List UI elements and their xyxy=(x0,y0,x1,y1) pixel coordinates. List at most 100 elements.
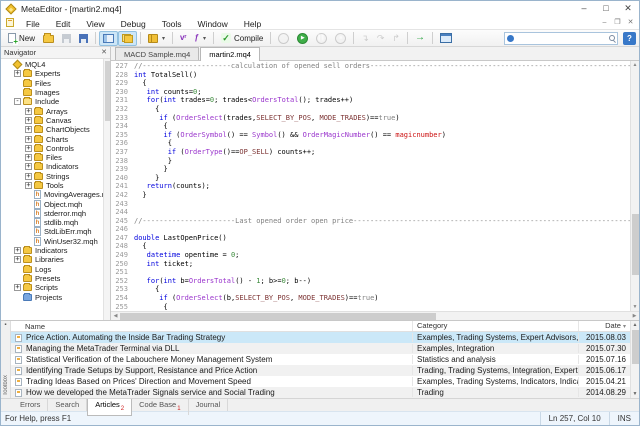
tree-item-charts[interactable]: +Charts xyxy=(1,134,103,143)
mdi-minimize-icon[interactable]: – xyxy=(598,17,611,28)
list-scrollbar[interactable]: ▲ ▼ xyxy=(630,321,639,398)
tree-item-libraries[interactable]: +Libraries xyxy=(1,255,103,264)
tree-expander-icon[interactable]: + xyxy=(14,256,21,263)
tree-item-stdliberr-mqh[interactable]: hStdLibErr.mqh xyxy=(1,227,103,236)
insert-function-button[interactable]: ƒ▾ xyxy=(191,31,210,46)
tree-item-canvas[interactable]: +Canvas xyxy=(1,116,103,125)
scroll-down-icon[interactable]: ▼ xyxy=(633,390,638,398)
step-into-button[interactable]: ↴ xyxy=(357,31,373,46)
column-header-category[interactable]: Category xyxy=(412,321,578,331)
toolbox-toggle-button[interactable] xyxy=(118,31,137,46)
tree-expander-icon[interactable]: + xyxy=(25,163,32,170)
tree-expander-icon[interactable]: + xyxy=(25,126,32,133)
mdi-close-icon[interactable]: ✕ xyxy=(624,17,637,28)
menu-item-window[interactable]: Window xyxy=(190,19,236,29)
editor-horizontal-scrollbar[interactable]: ◀ ▶ xyxy=(111,311,639,320)
open-file-button[interactable] xyxy=(39,31,58,46)
navigator-close-icon[interactable]: ✕ xyxy=(101,48,107,58)
menu-item-debug[interactable]: Debug xyxy=(113,19,154,29)
tree-expander-icon[interactable]: + xyxy=(25,154,32,161)
tab-errors[interactable]: Errors xyxy=(13,399,48,411)
tree-item-strings[interactable]: +Strings xyxy=(1,172,103,181)
tree-item-mql4[interactable]: MQL4 xyxy=(1,60,103,69)
scroll-left-icon[interactable]: ◀ xyxy=(111,313,120,319)
tab-search[interactable]: Search xyxy=(48,399,87,411)
tree-expander-icon[interactable]: + xyxy=(25,108,32,115)
tree-item-presets[interactable]: Presets xyxy=(1,274,103,283)
tree-item-stderror-mqh[interactable]: hstderror.mqh xyxy=(1,209,103,218)
menu-item-help[interactable]: Help xyxy=(236,19,269,29)
menu-item-edit[interactable]: Edit xyxy=(48,19,79,29)
tab-code-base[interactable]: Code Base1 xyxy=(132,399,188,415)
scroll-up-icon[interactable]: ▲ xyxy=(633,61,638,69)
tree-item-logs[interactable]: Logs xyxy=(1,265,103,274)
column-header-date[interactable]: Date▾ xyxy=(578,321,630,331)
debug-stop-button[interactable]: ■ xyxy=(331,31,350,46)
tree-item-chartobjects[interactable]: +ChartObjects xyxy=(1,125,103,134)
article-row[interactable]: Price Action. Automating the Inside Bar … xyxy=(11,332,630,343)
article-row[interactable]: Identifying Trade Setups by Support, Res… xyxy=(11,365,630,376)
step-out-button[interactable]: ↱ xyxy=(388,31,404,46)
tree-item-object-mqh[interactable]: hObject.mqh xyxy=(1,199,103,208)
debug-pause-button[interactable]: ▌▌ xyxy=(312,31,331,46)
tree-item-files[interactable]: +Files xyxy=(1,153,103,162)
reference-button[interactable]: ▾ xyxy=(144,31,169,46)
tree-expander-icon[interactable]: + xyxy=(25,182,32,189)
new-file-button[interactable]: New xyxy=(4,31,39,46)
tree-item-controls[interactable]: +Controls xyxy=(1,144,103,153)
scroll-up-icon[interactable]: ▲ xyxy=(633,321,638,329)
close-icon[interactable]: ✕ xyxy=(617,1,639,16)
tree-item-indicators[interactable]: +Indicators xyxy=(1,246,103,255)
insert-variable-button[interactable]: vʳ xyxy=(176,31,190,46)
tree-expander-icon[interactable]: + xyxy=(14,70,21,77)
maximize-icon[interactable]: □ xyxy=(595,1,617,16)
tab-journal[interactable]: Journal xyxy=(189,399,229,411)
tree-expander-icon[interactable]: + xyxy=(25,136,32,143)
menu-item-file[interactable]: File xyxy=(18,19,48,29)
editor-tab-macd-sample-mq4[interactable]: MACD Sample.mq4 xyxy=(115,47,199,60)
tree-item-winuser32-mqh[interactable]: hWinUser32.mqh xyxy=(1,237,103,246)
article-row[interactable]: Trading Ideas Based on Prices' Direction… xyxy=(11,376,630,387)
step-over-button[interactable]: ↷ xyxy=(373,31,389,46)
search-scope-icon[interactable] xyxy=(507,35,514,42)
toolbox-close-icon[interactable]: ▪ xyxy=(4,321,6,330)
save-button[interactable] xyxy=(58,31,75,46)
tree-item-images[interactable]: Images xyxy=(1,88,103,97)
scroll-down-icon[interactable]: ▼ xyxy=(633,303,638,311)
tree-item-movingaverages-mqh[interactable]: hMovingAverages.mqh xyxy=(1,190,103,199)
tree-item-stdlib-mqh[interactable]: hstdlib.mqh xyxy=(1,218,103,227)
menu-item-view[interactable]: View xyxy=(78,19,112,29)
search-input[interactable] xyxy=(516,33,607,44)
tree-item-include[interactable]: -Include xyxy=(1,97,103,106)
article-row[interactable]: How we developed the MetaTrader Signals … xyxy=(11,387,630,398)
tree-expander-icon[interactable]: + xyxy=(14,284,21,291)
save-all-button[interactable] xyxy=(75,31,92,46)
tree-item-projects[interactable]: Projects xyxy=(1,292,103,301)
scroll-right-icon[interactable]: ▶ xyxy=(630,313,639,319)
tree-expander-icon[interactable]: + xyxy=(25,117,32,124)
tree-expander-icon[interactable]: + xyxy=(25,173,32,180)
document-system-icon[interactable] xyxy=(6,18,14,27)
minimize-icon[interactable]: – xyxy=(573,1,595,16)
mdi-restore-icon[interactable]: ❐ xyxy=(611,17,624,28)
tree-expander-icon[interactable]: - xyxy=(14,98,21,105)
tree-item-files[interactable]: Files xyxy=(1,79,103,88)
compile-button[interactable]: ✓ Compile xyxy=(217,31,267,46)
profiler-button[interactable] xyxy=(274,31,293,46)
open-terminal-button[interactable] xyxy=(436,31,456,46)
debug-start-button[interactable]: ▶ xyxy=(293,31,312,46)
navigator-toggle-button[interactable] xyxy=(99,31,118,46)
tree-item-indicators[interactable]: +Indicators xyxy=(1,162,103,171)
tree-expander-icon[interactable]: + xyxy=(25,145,32,152)
editor-vertical-scrollbar[interactable]: ▲ ▼ xyxy=(630,61,639,311)
column-header-name[interactable]: Name xyxy=(11,321,412,331)
menu-item-tools[interactable]: Tools xyxy=(154,19,190,29)
editor-tab-martin2-mq4[interactable]: martin2.mq4 xyxy=(200,47,260,61)
tree-item-tools[interactable]: +Tools xyxy=(1,181,103,190)
tree-item-scripts[interactable]: +Scripts xyxy=(1,283,103,292)
continue-button[interactable]: → xyxy=(411,31,429,46)
navigator-scrollbar[interactable] xyxy=(103,59,110,320)
tree-item-arrays[interactable]: +Arrays xyxy=(1,106,103,115)
help-button[interactable]: ? xyxy=(623,32,636,45)
tree-expander-icon[interactable]: + xyxy=(14,247,21,254)
